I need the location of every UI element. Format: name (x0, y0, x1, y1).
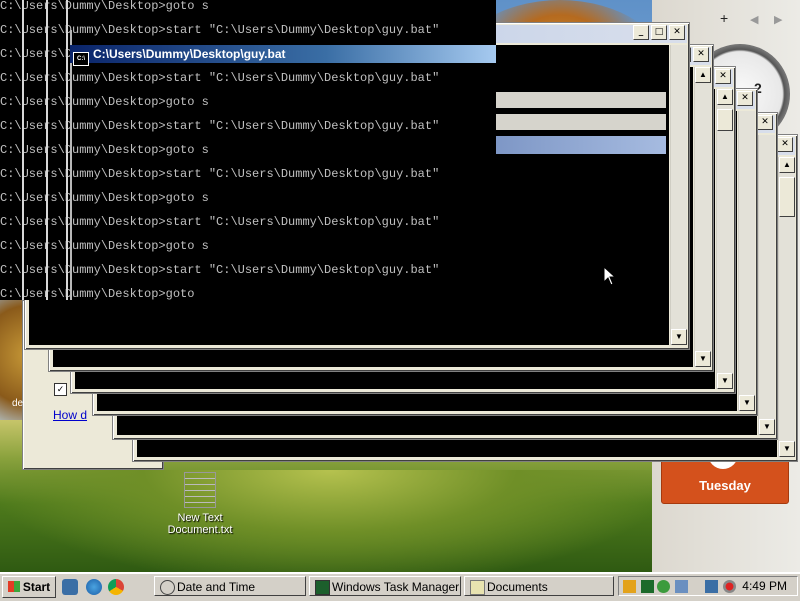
front-window-title: C:\Users\Dummy\Desktop\guy.bat (93, 47, 286, 61)
window-edge (70, 30, 72, 300)
window-edge (46, 0, 48, 300)
scroll-down-button[interactable]: ▼ (779, 441, 795, 457)
scroll-down-button[interactable]: ▼ (739, 395, 755, 411)
folder-icon (470, 580, 485, 595)
windows-logo-icon (7, 581, 20, 592)
cmd-icon: C:\ (73, 52, 89, 66)
dialog-checkbox[interactable]: ✓ (54, 383, 67, 396)
desktop-icon-new-text-document[interactable]: New Text Document.txt (160, 472, 240, 536)
calendar-gadget[interactable]: Tuesday (661, 451, 789, 504)
scroll-down-button[interactable]: ▼ (759, 419, 775, 435)
cmd-line: C:\Users\Dummy\Desktop>goto (0, 287, 195, 301)
task-manager-icon (315, 580, 330, 595)
dialog-text: de (12, 398, 24, 409)
close-button[interactable]: ✕ (757, 115, 773, 130)
task-windows-task-manager[interactable]: Windows Task Manager (309, 576, 461, 596)
desktop-icon-label: New Text Document.txt (167, 512, 233, 536)
scroll-down-button[interactable]: ▼ (717, 373, 733, 389)
calendar-day: Tuesday (699, 478, 751, 493)
task-documents[interactable]: Documents (464, 576, 614, 596)
cmd-line: C:\Users\Dummy\Desktop>start "C:\Users\D… (0, 71, 440, 85)
show-desktop-icon[interactable] (62, 579, 78, 595)
task-label: Documents (487, 580, 548, 594)
connection-icon[interactable] (705, 580, 718, 593)
cmd-line: C:\Users\Dummy\Desktop>start "C:\Users\D… (0, 215, 440, 229)
close-button[interactable]: ✕ (693, 47, 709, 62)
check-icon[interactable] (657, 580, 670, 593)
taskbar: Start Date and Time Windows Task Manager… (0, 572, 800, 601)
internet-explorer-icon[interactable] (86, 579, 102, 595)
start-label: Start (22, 580, 51, 594)
minimize-button[interactable]: _ (633, 25, 649, 40)
taskbar-clock[interactable]: 4:49 PM (742, 577, 787, 596)
vertical-scrollbar[interactable]: ▲ ▼ (694, 67, 711, 367)
vertical-scrollbar[interactable]: ▼ (738, 111, 755, 411)
cmd-line: C:\Users\Dummy\Desktop>goto s (0, 0, 209, 13)
dialog-help-link[interactable]: How d (53, 408, 87, 422)
clock-icon (160, 580, 175, 595)
vertical-scrollbar[interactable]: ▲ ▼ (716, 89, 733, 389)
network-icon[interactable] (675, 580, 688, 593)
system-tray: 4:49 PM (618, 576, 798, 596)
next-gadget-button[interactable]: ▶ (774, 13, 782, 26)
close-button[interactable]: ✕ (777, 137, 793, 152)
cmd-line: C:\Users\Dummy\Desktop>start "C:\Users\D… (0, 263, 440, 277)
volume-muted-icon[interactable] (723, 580, 736, 593)
cmd-line: C:\Users\Dummy\Desktop>goto s (0, 239, 209, 253)
cmd-line: C:\Users\Dummy\Desktop>goto s (0, 191, 209, 205)
security-shield-icon[interactable] (623, 580, 636, 593)
chrome-icon[interactable] (108, 579, 124, 595)
text-document-icon (184, 472, 216, 508)
close-button[interactable]: ✕ (669, 25, 685, 40)
scroll-down-button[interactable]: ▼ (695, 351, 711, 367)
performance-icon[interactable] (641, 580, 654, 593)
previous-gadget-button[interactable]: ◀ (750, 13, 758, 26)
window-edge (22, 0, 24, 300)
mouse-pointer-icon (603, 266, 617, 286)
cmd-line: C:\Users\Dummy\Desktop>start "C:\Users\D… (0, 119, 440, 133)
close-button[interactable]: ✕ (715, 69, 731, 84)
maximize-button[interactable]: □ (651, 25, 667, 40)
vertical-scrollbar[interactable]: ▼ (758, 135, 775, 435)
vertical-scrollbar[interactable]: ▲ ▼ (778, 157, 795, 457)
scroll-down-button[interactable]: ▼ (671, 329, 687, 345)
scroll-up-button[interactable]: ▲ (695, 67, 711, 83)
cmd-line: C:\Users\Dummy\Desktop>goto s (0, 95, 209, 109)
task-label: Date and Time (177, 580, 256, 594)
cmd-line: C:\Users\Dummy\Desktop>start "C:\Users\D… (0, 167, 440, 181)
close-button[interactable]: ✕ (737, 91, 753, 106)
front-window-titlebar[interactable]: C:\ C:\Users\Dummy\Desktop\guy.bat (70, 45, 496, 66)
task-label: Windows Task Manager (332, 580, 460, 594)
start-button[interactable]: Start (2, 576, 56, 598)
vertical-scrollbar[interactable]: ▼ (670, 45, 687, 345)
scroll-up-button[interactable]: ▲ (717, 89, 733, 105)
task-date-and-time[interactable]: Date and Time (154, 576, 306, 596)
cmd-line: C:\Users\Dummy\Desktop>goto s (0, 143, 209, 157)
window-edge (66, 0, 68, 300)
add-gadget-button[interactable]: + (720, 10, 728, 26)
scroll-up-button[interactable]: ▲ (779, 157, 795, 173)
